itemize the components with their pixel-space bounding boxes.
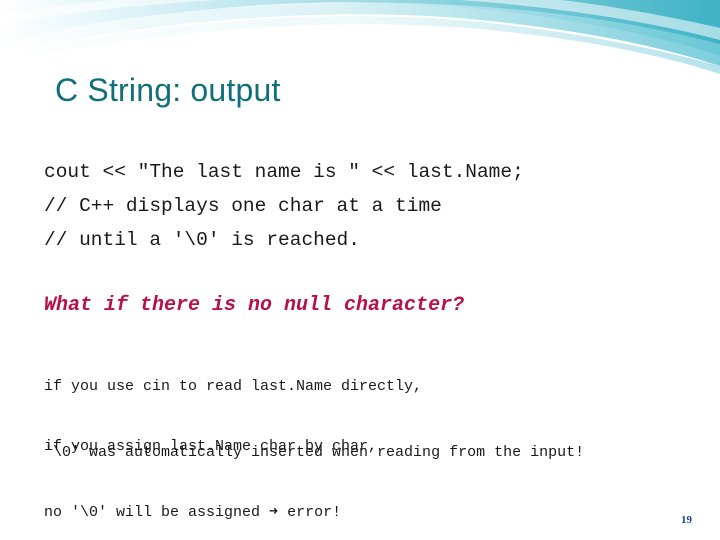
explanation-paragraph-2: if you assign last.Name char by char, no…	[44, 392, 377, 540]
slide-number: 19	[681, 514, 692, 526]
paragraph-line: no '\0' will be assigned ➜ error!	[44, 504, 342, 521]
code-line: cout << "The last name is " << last.Name…	[44, 161, 524, 183]
code-block: cout << "The last name is " << last.Name…	[44, 155, 684, 257]
code-line: // C++ displays one char at a time	[44, 195, 442, 217]
question-heading: What if there is no null character?	[44, 294, 465, 317]
paragraph-line: if you assign last.Name char by char,	[44, 438, 378, 455]
page-title: C String: output	[55, 72, 281, 108]
slide: C String: output cout << "The last name …	[0, 0, 720, 540]
code-line: // until a '\0' is reached.	[44, 229, 360, 251]
